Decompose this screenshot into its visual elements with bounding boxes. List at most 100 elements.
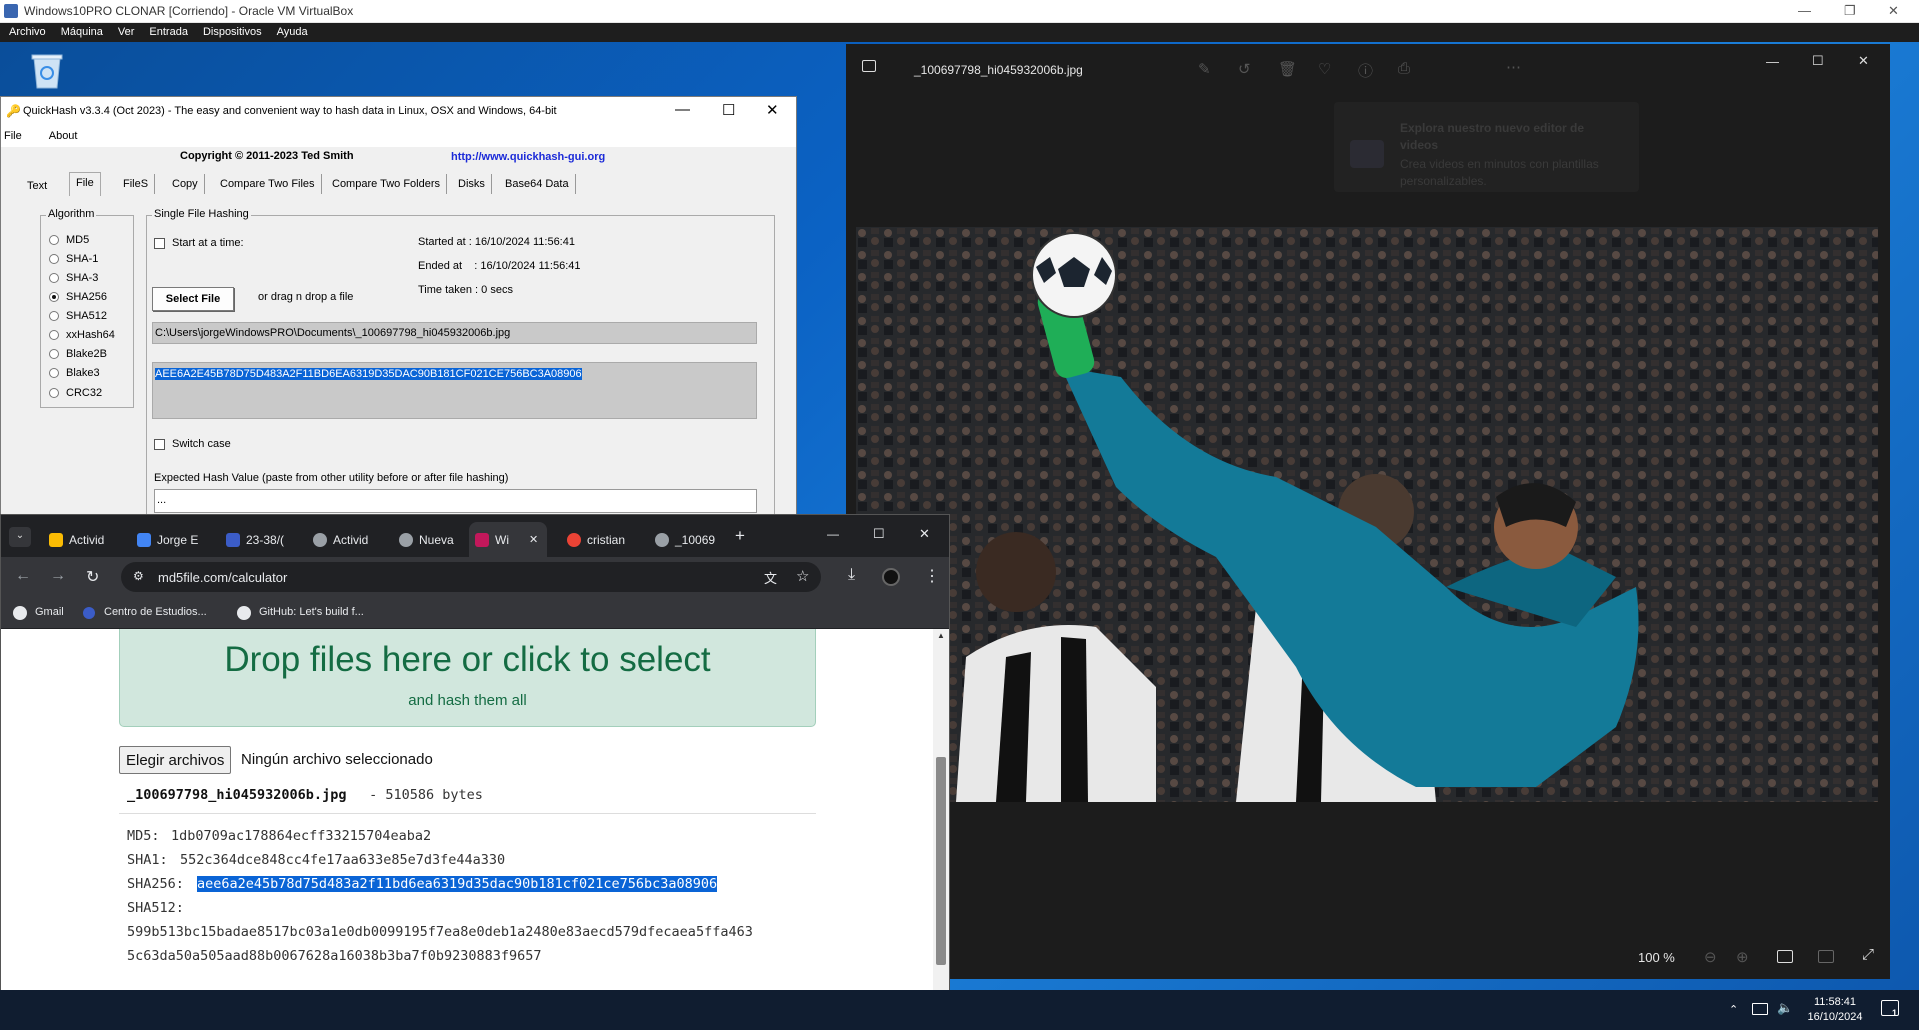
drop-zone[interactable]: Drop files here or click to select and h… bbox=[119, 629, 816, 727]
zoom-in-icon[interactable]: ⊕ bbox=[1736, 948, 1749, 966]
photos-maximize-button[interactable]: ☐ bbox=[1812, 53, 1824, 69]
quickhash-menu-file[interactable]: File bbox=[1, 125, 31, 142]
radio-sha3[interactable] bbox=[49, 273, 59, 283]
chrome-tab[interactable]: Jorge E bbox=[131, 522, 201, 557]
rotate-icon[interactable]: ↺ bbox=[1238, 60, 1251, 78]
quickhash-menu-about[interactable]: About bbox=[31, 125, 87, 142]
hash-result-field[interactable]: AEE6A2E45B78D75D483A2F11BD6EA6319D35DAC9… bbox=[152, 362, 757, 419]
chrome-menu-icon[interactable]: ⋮ bbox=[924, 566, 940, 586]
chrome-tab[interactable]: Nueva bbox=[393, 522, 463, 557]
reload-icon[interactable]: ↻ bbox=[86, 567, 99, 587]
chrome-tab-active[interactable]: Wi ✕ bbox=[469, 522, 547, 557]
fit-to-window-icon[interactable] bbox=[1777, 950, 1793, 963]
volume-icon[interactable]: 🔈 bbox=[1777, 1000, 1793, 1016]
site-info-icon[interactable]: ⚙ bbox=[133, 569, 144, 583]
select-file-button[interactable]: Select File bbox=[152, 287, 234, 311]
radio-md5[interactable] bbox=[49, 235, 59, 245]
actual-size-icon[interactable] bbox=[1818, 950, 1834, 963]
bookmark-centro-estudios[interactable]: Centro de Estudios... bbox=[104, 606, 207, 618]
zoom-out-icon[interactable]: ⊖ bbox=[1704, 948, 1717, 966]
host-menu-ayuda[interactable]: Ayuda bbox=[268, 23, 314, 38]
tab-files[interactable]: FileS bbox=[117, 174, 156, 194]
back-icon[interactable]: ← bbox=[15, 567, 31, 585]
choose-files-button[interactable]: Elegir archivos bbox=[119, 746, 232, 774]
start-at-time-checkbox[interactable] bbox=[154, 238, 165, 249]
radio-sha1[interactable] bbox=[49, 254, 59, 264]
taskbar-time: 11:58:41 bbox=[1813, 996, 1856, 1008]
translate-icon[interactable]: 文 bbox=[764, 568, 777, 587]
quickhash-maximize-button[interactable]: ☐ bbox=[722, 101, 735, 119]
taskbar-date: 16/10/2024 bbox=[1807, 1011, 1863, 1023]
radio-sha512[interactable] bbox=[49, 311, 59, 321]
radio-sha256[interactable] bbox=[49, 292, 59, 302]
chrome-tab[interactable]: cristian bbox=[561, 522, 631, 557]
bookmark-github[interactable]: GitHub: Let's build f... bbox=[259, 606, 364, 618]
fullscreen-icon[interactable]: ⤢ bbox=[1862, 946, 1874, 963]
photos-close-button[interactable]: ✕ bbox=[1858, 53, 1869, 69]
host-menu-dispositivos[interactable]: Dispositivos bbox=[194, 23, 268, 38]
print-icon[interactable]: ⎙ bbox=[1398, 60, 1410, 77]
forward-icon[interactable]: → bbox=[50, 567, 66, 585]
edit-icon[interactable]: ✎ bbox=[1198, 60, 1211, 78]
tab-disks[interactable]: Disks bbox=[452, 174, 492, 194]
host-close-button[interactable]: ✕ bbox=[1888, 3, 1899, 19]
tab-compare-two-folders[interactable]: Compare Two Folders bbox=[326, 174, 448, 194]
radio-blake3[interactable] bbox=[49, 368, 59, 378]
tab-search-button[interactable]: ⌄ bbox=[9, 527, 31, 547]
host-menu-archivo[interactable]: Archivo bbox=[0, 23, 52, 38]
file-path-field[interactable]: C:\Users\jorgeWindowsPRO\Documents\_1006… bbox=[152, 322, 757, 344]
tab-text[interactable]: Text bbox=[21, 176, 53, 196]
host-titlebar: Windows10PRO CLONAR [Corriendo] - Oracle… bbox=[0, 0, 1919, 23]
scrollbar-thumb[interactable] bbox=[936, 757, 946, 965]
address-bar[interactable]: ⚙ md5file.com/calculator 文 ☆ bbox=[121, 562, 821, 592]
info-icon[interactable]: ⓘ bbox=[1358, 60, 1373, 81]
tab-title: Wi bbox=[495, 533, 509, 547]
chrome-tab[interactable]: Activid bbox=[43, 522, 113, 557]
download-icon[interactable]: ⤓ bbox=[848, 566, 855, 584]
favorite-icon[interactable]: ♡ bbox=[1318, 60, 1331, 78]
bookmark-star-icon[interactable]: ☆ bbox=[796, 567, 809, 585]
recycle-bin-icon[interactable] bbox=[28, 50, 66, 90]
expected-hash-input[interactable]: ... bbox=[154, 489, 757, 513]
hash-result-text: AEE6A2E45B78D75D483A2F11BD6EA6319D35DAC9… bbox=[155, 368, 582, 380]
host-menu-ver[interactable]: Ver bbox=[109, 23, 141, 38]
chrome-tab[interactable]: 23-38/( bbox=[220, 522, 290, 557]
quickhash-window: 🔑 QuickHash v3.3.4 (Oct 2023) - The easy… bbox=[0, 96, 797, 517]
chrome-tab[interactable]: Activid bbox=[307, 522, 377, 557]
new-tab-button[interactable]: + bbox=[735, 526, 745, 546]
page-scrollbar[interactable]: ▲ ▼ bbox=[933, 629, 949, 1029]
tab-close-icon[interactable]: ✕ bbox=[529, 533, 538, 546]
tab-base64-data[interactable]: Base64 Data bbox=[499, 174, 576, 194]
chrome-tab[interactable]: _10069 bbox=[649, 522, 717, 557]
radio-xxhash64[interactable] bbox=[49, 330, 59, 340]
tab-copy[interactable]: Copy bbox=[166, 174, 205, 194]
host-minimize-button[interactable]: — bbox=[1798, 3, 1811, 18]
network-icon[interactable] bbox=[1752, 1003, 1768, 1015]
tab-compare-two-files[interactable]: Compare Two Files bbox=[214, 174, 322, 194]
chrome-maximize-button[interactable]: ☐ bbox=[873, 526, 885, 542]
delete-icon[interactable]: 🗑 bbox=[1278, 60, 1297, 78]
sha512-value-line2: 5c63da50a505aad88b0067628a16038b3ba7f0b9… bbox=[127, 948, 542, 964]
drop-zone-title: Drop files here or click to select bbox=[224, 640, 711, 679]
more-icon[interactable]: ⋯ bbox=[1506, 58, 1521, 76]
drop-zone-subtitle: and hash them all bbox=[408, 692, 527, 709]
host-maximize-button[interactable]: ❐ bbox=[1844, 3, 1856, 19]
tab-favicon bbox=[655, 533, 669, 547]
radio-crc32[interactable] bbox=[49, 388, 59, 398]
photos-minimize-button[interactable]: — bbox=[1766, 54, 1779, 69]
website-link[interactable]: http://www.quickhash-gui.org bbox=[451, 151, 605, 163]
tab-file[interactable]: File bbox=[69, 172, 101, 196]
scroll-up-arrow[interactable]: ▲ bbox=[937, 631, 945, 640]
quickhash-minimize-button[interactable]: — bbox=[675, 101, 690, 118]
host-menu-entrada[interactable]: Entrada bbox=[140, 23, 194, 38]
radio-blake2b[interactable] bbox=[49, 349, 59, 359]
bookmark-gmail[interactable]: Gmail bbox=[35, 606, 64, 618]
quickhash-close-button[interactable]: ✕ bbox=[766, 101, 779, 119]
tray-chevron-icon[interactable]: ⌃ bbox=[1729, 1003, 1738, 1016]
switch-case-checkbox[interactable] bbox=[154, 439, 165, 450]
host-menu-maquina[interactable]: Máquina bbox=[52, 23, 109, 38]
profile-avatar[interactable] bbox=[882, 568, 900, 586]
sha256-label: SHA256: bbox=[127, 876, 184, 892]
chrome-close-button[interactable]: ✕ bbox=[919, 526, 930, 542]
chrome-minimize-button[interactable]: — bbox=[827, 527, 839, 541]
